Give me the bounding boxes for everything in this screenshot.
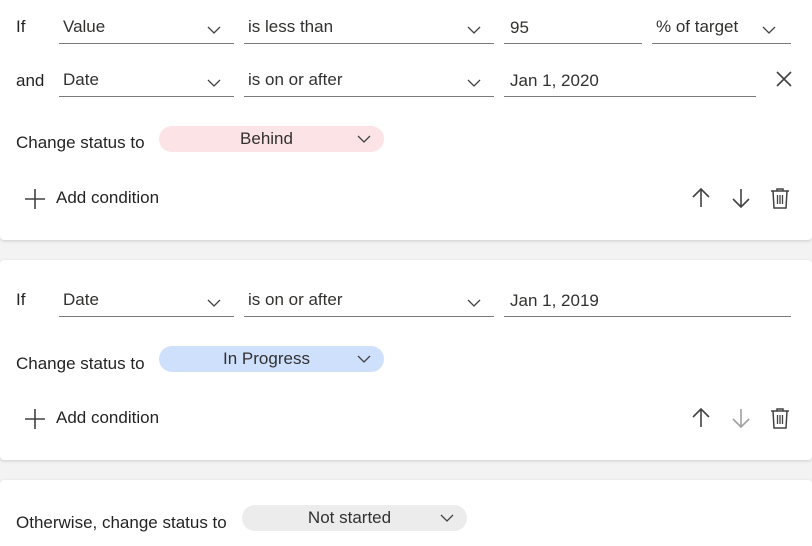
- field-dropdown-value: Value: [63, 17, 106, 36]
- value-input[interactable]: 95: [504, 14, 642, 44]
- field-dropdown[interactable]: Date: [59, 67, 234, 97]
- delete-rule-button[interactable]: [768, 186, 792, 210]
- date-input[interactable]: Jan 1, 2019: [504, 287, 791, 317]
- trash-icon: [771, 188, 789, 209]
- chevron-down-icon: [467, 26, 481, 34]
- otherwise-card: Otherwise, change status to Not started: [0, 480, 812, 546]
- remove-condition-button[interactable]: [772, 67, 796, 91]
- close-icon: [776, 71, 792, 87]
- status-value: Behind: [240, 129, 293, 148]
- add-condition-button[interactable]: Add condition: [24, 404, 184, 434]
- field-dropdown-value: Date: [63, 70, 99, 89]
- move-down-button[interactable]: [729, 186, 753, 210]
- arrow-down-icon: [732, 189, 750, 209]
- move-up-button[interactable]: [689, 186, 713, 210]
- operator-dropdown[interactable]: is on or after: [244, 67, 494, 97]
- delete-rule-button[interactable]: [768, 406, 792, 430]
- add-condition-label: Add condition: [56, 188, 160, 207]
- chevron-down-icon: [357, 135, 371, 143]
- arrow-up-icon: [692, 407, 710, 427]
- change-status-label: Change status to: [16, 354, 145, 373]
- arrow-down-icon: [732, 409, 750, 429]
- trash-icon: [771, 408, 789, 429]
- chevron-down-icon: [440, 514, 454, 522]
- add-icon: [25, 409, 45, 429]
- operator-dropdown[interactable]: is less than: [244, 14, 494, 44]
- unit-dropdown[interactable]: % of target: [652, 14, 791, 44]
- rule-card-2: If Date is on or after Jan 1, 2019 Chang…: [0, 260, 812, 460]
- chevron-down-icon: [762, 26, 776, 34]
- add-condition-button[interactable]: Add condition: [24, 184, 184, 214]
- field-dropdown-value: Date: [63, 290, 99, 309]
- move-down-button[interactable]: [729, 406, 753, 430]
- rule-card-1: If Value is less than 95 % of target and…: [0, 0, 812, 240]
- date-input[interactable]: Jan 1, 2020: [504, 67, 756, 97]
- value-input-text: 95: [510, 18, 529, 37]
- add-condition-label: Add condition: [56, 408, 160, 427]
- move-up-button[interactable]: [689, 406, 713, 430]
- condition-prefix: If: [16, 17, 26, 36]
- chevron-down-icon: [467, 299, 481, 307]
- operator-dropdown-value: is less than: [248, 17, 334, 36]
- change-status-label: Change status to: [16, 133, 145, 152]
- chevron-down-icon: [467, 79, 481, 87]
- chevron-down-icon: [207, 79, 221, 87]
- unit-dropdown-value: % of target: [656, 17, 739, 36]
- operator-dropdown-value: is on or after: [248, 70, 343, 89]
- date-input-text: Jan 1, 2019: [510, 291, 599, 310]
- condition-prefix: If: [16, 290, 26, 309]
- operator-dropdown[interactable]: is on or after: [244, 287, 494, 317]
- chevron-down-icon: [207, 299, 221, 307]
- field-dropdown[interactable]: Value: [59, 14, 234, 44]
- otherwise-status-dropdown[interactable]: Not started: [242, 505, 467, 531]
- otherwise-label: Otherwise, change status to: [16, 513, 227, 532]
- operator-dropdown-value: is on or after: [248, 290, 343, 309]
- chevron-down-icon: [207, 26, 221, 34]
- condition-prefix: and: [16, 71, 45, 90]
- add-icon: [25, 189, 45, 209]
- date-input-text: Jan 1, 2020: [510, 71, 599, 90]
- field-dropdown[interactable]: Date: [59, 287, 234, 317]
- arrow-up-icon: [692, 187, 710, 207]
- chevron-down-icon: [357, 355, 371, 363]
- status-dropdown[interactable]: Behind: [159, 126, 384, 152]
- status-value: In Progress: [223, 349, 310, 368]
- status-value: Not started: [307, 508, 392, 527]
- status-dropdown[interactable]: In Progress: [159, 346, 384, 372]
